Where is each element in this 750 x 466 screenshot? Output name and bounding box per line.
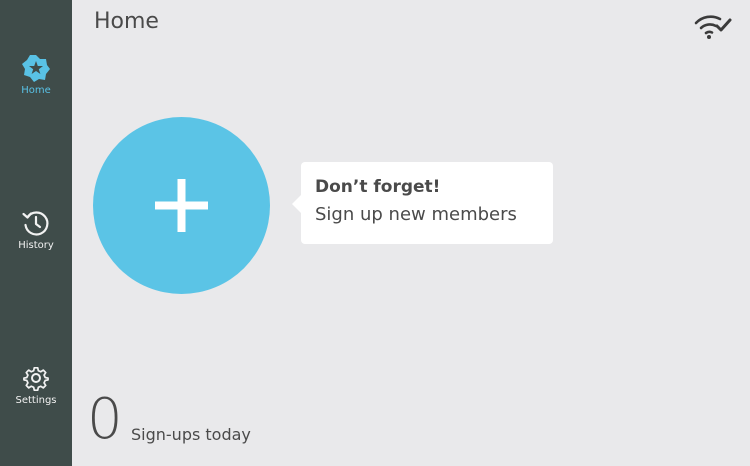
signups-count: 0 bbox=[87, 387, 123, 452]
sidebar-item-label: Settings bbox=[15, 395, 57, 406]
star-logo-icon bbox=[22, 55, 50, 82]
reminder-tooltip: Don’t forget! Sign up new members bbox=[292, 162, 553, 244]
sidebar-item-label: History bbox=[18, 240, 54, 251]
tooltip-body: Sign up new members bbox=[315, 204, 517, 225]
signups-label: Sign-ups today bbox=[131, 425, 251, 444]
sidebar: Home History Settings bbox=[0, 0, 72, 466]
tooltip-title: Don’t forget! bbox=[315, 177, 441, 197]
main-content: Home Don’t forget! Sign up new members 0… bbox=[72, 0, 750, 466]
sidebar-item-home[interactable]: Home bbox=[0, 53, 72, 96]
page-title: Home bbox=[94, 9, 159, 34]
wifi-connected-icon[interactable] bbox=[694, 12, 732, 40]
add-member-button[interactable] bbox=[93, 117, 270, 294]
gear-icon bbox=[23, 366, 49, 392]
sidebar-item-label: Home bbox=[21, 85, 51, 96]
sidebar-item-settings[interactable]: Settings bbox=[0, 363, 72, 406]
plus-icon bbox=[155, 179, 208, 232]
sidebar-item-history[interactable]: History bbox=[0, 208, 72, 251]
history-icon bbox=[22, 211, 49, 236]
